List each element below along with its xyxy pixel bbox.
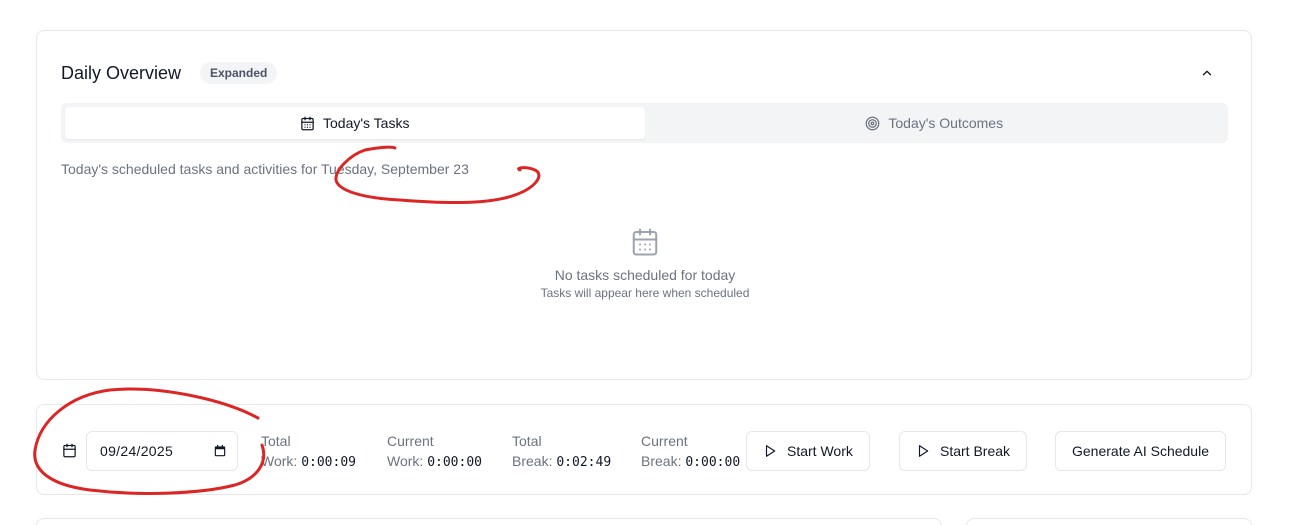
stat-label: Work: <box>387 453 424 469</box>
stat-total-work: Total Work: 0:00:09 <box>261 431 356 473</box>
timer-controls-card: 09/24/2025 Total Work: 0:00:09 Current W… <box>36 404 1252 495</box>
overview-description: Today's scheduled tasks and activities f… <box>61 161 469 177</box>
play-icon <box>765 445 776 457</box>
date-picker-input[interactable]: 09/24/2025 <box>86 431 238 471</box>
empty-state: No tasks scheduled for today Tasks will … <box>37 227 1253 300</box>
stat-label: Current <box>641 433 688 449</box>
stat-current-work: Current Work: 0:00:00 <box>387 431 482 473</box>
calendar-icon <box>63 443 76 458</box>
stat-label: Work: <box>261 453 298 469</box>
date-value: 09/24/2025 <box>100 443 174 459</box>
stat-label: Current <box>387 433 434 449</box>
stat-label: Break: <box>512 453 553 469</box>
lower-card-right <box>966 518 1252 525</box>
stat-value: 0:00:00 <box>427 455 482 470</box>
overview-tabs: Today's Tasks Today's Outcomes <box>61 103 1228 143</box>
stat-label: Total <box>261 433 291 449</box>
collapse-button[interactable] <box>1195 61 1219 85</box>
generate-ai-schedule-button[interactable]: Generate AI Schedule <box>1055 431 1226 471</box>
play-icon <box>918 445 929 457</box>
target-icon <box>866 116 880 130</box>
tab-todays-outcomes-label: Today's Outcomes <box>888 115 1004 131</box>
start-break-button[interactable]: Start Break <box>899 431 1028 471</box>
empty-state-title: No tasks scheduled for today <box>554 267 736 283</box>
calendar-empty-icon <box>632 228 658 256</box>
stat-total-break: Total Break: 0:02:49 <box>512 431 611 473</box>
generate-ai-schedule-label: Generate AI Schedule <box>1072 443 1209 459</box>
daily-overview-title: Daily Overview <box>61 63 182 83</box>
empty-state-subtitle: Tasks will appear here when scheduled <box>540 286 750 300</box>
calendar-icon <box>301 116 314 130</box>
tab-todays-outcomes[interactable]: Today's Outcomes <box>645 107 1225 139</box>
stat-label: Break: <box>641 453 682 469</box>
stat-value: 0:00:00 <box>685 455 741 470</box>
start-work-label: Start Work <box>787 443 853 459</box>
daily-overview-card: Daily Overview Expanded Today's Tasks To… <box>36 30 1252 380</box>
calendar-picker-icon[interactable] <box>213 444 227 458</box>
start-break-label: Start Break <box>940 443 1011 459</box>
stat-value: 0:02:49 <box>556 455 612 470</box>
stat-current-break: Current Break: 0:00:00 <box>641 431 740 473</box>
lower-card-left <box>36 518 942 525</box>
start-work-button[interactable]: Start Work <box>746 431 870 471</box>
stat-value: 0:00:09 <box>301 455 356 470</box>
tab-todays-tasks[interactable]: Today's Tasks <box>65 107 645 139</box>
stat-label: Total <box>512 433 542 449</box>
expanded-badge: Expanded <box>200 62 278 84</box>
chevron-up-icon <box>1202 70 1212 76</box>
tab-todays-tasks-label: Today's Tasks <box>323 115 410 131</box>
